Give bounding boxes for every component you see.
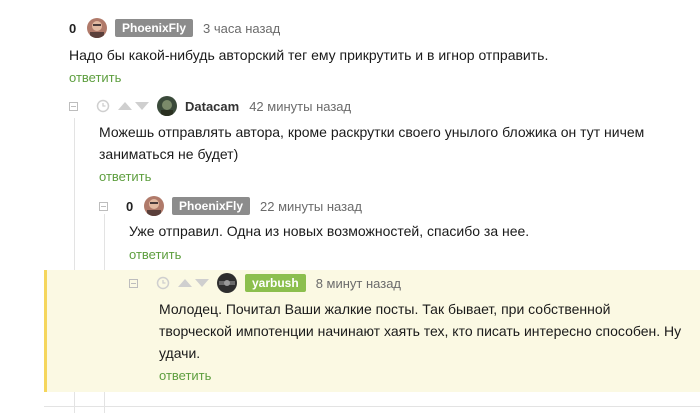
comment-header: yarbush 8 минут назад	[129, 272, 401, 294]
comment-text: Молодец. Почитал Ваши жалкие посты. Так …	[159, 298, 681, 364]
avatar-image	[87, 18, 107, 38]
comment-text: Уже отправил. Одна из новых возможностей…	[129, 223, 530, 239]
collapse-icon[interactable]	[129, 278, 138, 288]
comment-text-line: творческой импотенции начинают хаять тех…	[159, 323, 682, 339]
upvote-icon[interactable]	[118, 102, 132, 110]
comment-time[interactable]: 22 минуты назад	[260, 199, 362, 214]
avatar[interactable]	[217, 273, 237, 293]
reply-link[interactable]: ответить	[69, 70, 121, 85]
upvote-icon[interactable]	[178, 279, 192, 287]
author-badge[interactable]: PhoenixFly	[172, 197, 251, 215]
avatar-image	[217, 273, 237, 293]
avatar-image	[157, 96, 177, 116]
comment-score: 0	[126, 198, 134, 214]
comment-time[interactable]: 3 часа назад	[203, 21, 280, 36]
comment-time[interactable]: 8 минут назад	[316, 276, 401, 291]
comment-header: 0 PhoenixFly 22 минуты назад	[99, 195, 362, 217]
avatar[interactable]	[157, 96, 177, 116]
comment-text: Надо бы какой-нибудь авторский тег ему п…	[69, 47, 549, 63]
reply-link[interactable]: ответить	[99, 169, 151, 184]
collapse-icon[interactable]	[99, 201, 108, 211]
clock-icon[interactable]	[156, 276, 170, 290]
comment-header: Datacam 42 минуты назад	[69, 95, 351, 117]
downvote-icon[interactable]	[135, 102, 149, 110]
comment-time[interactable]: 42 минуты назад	[249, 99, 351, 114]
author-badge[interactable]: yarbush	[245, 274, 306, 292]
avatar[interactable]	[87, 18, 107, 38]
comment-text-line: Молодец. Почитал Ваши жалкие посты. Так …	[159, 301, 611, 317]
comment-text-line: удачи.	[159, 345, 201, 361]
reply-link[interactable]: ответить	[129, 247, 181, 262]
downvote-icon[interactable]	[195, 279, 209, 287]
clock-icon[interactable]	[96, 99, 110, 113]
avatar[interactable]	[144, 196, 164, 216]
comment-text-line: заниматься не будет)	[99, 146, 239, 162]
comment-text-line: Можешь отправлять автора, кроме раскрутк…	[99, 124, 645, 140]
comment-header: 0 PhoenixFly 3 часа назад	[69, 17, 280, 39]
collapse-icon[interactable]	[69, 101, 78, 111]
divider	[44, 406, 700, 407]
author-name[interactable]: Datacam	[185, 99, 239, 114]
comment-text: Можешь отправлять автора, кроме раскрутк…	[99, 121, 644, 165]
author-badge[interactable]: PhoenixFly	[115, 19, 194, 37]
avatar-image	[144, 196, 164, 216]
comment-score: 0	[69, 20, 77, 36]
reply-link[interactable]: ответить	[159, 368, 211, 383]
